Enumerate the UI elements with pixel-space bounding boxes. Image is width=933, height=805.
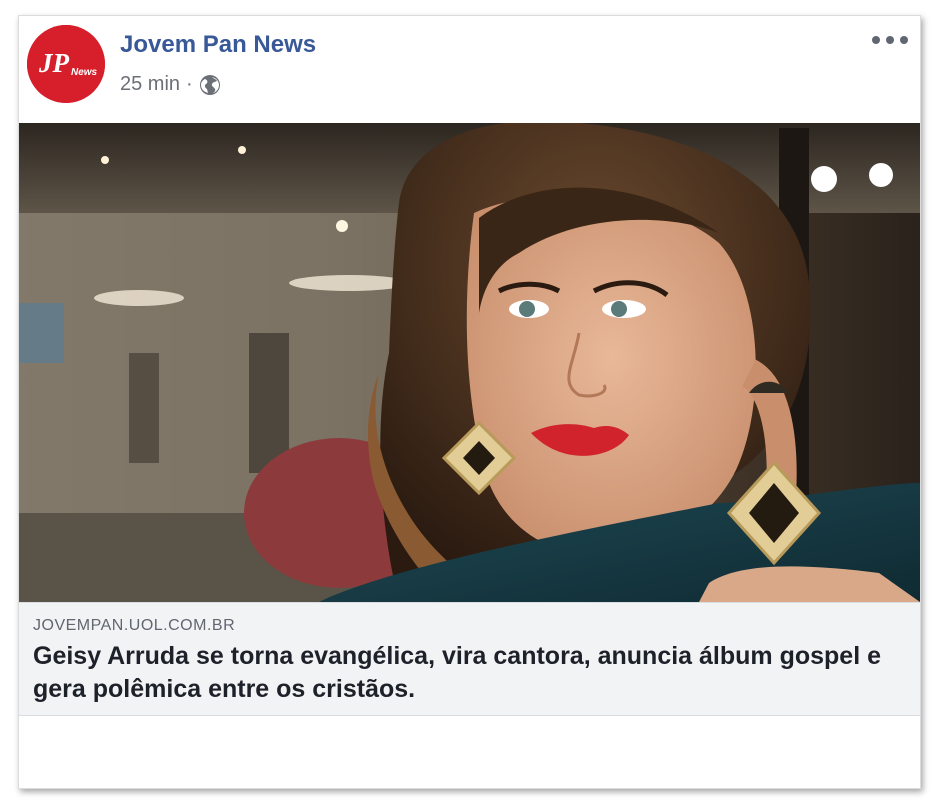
link-headline[interactable]: Geisy Arruda se torna evangélica, vira c… (33, 640, 903, 706)
logo-jp-text: JP (38, 48, 70, 78)
page-name-link[interactable]: Jovem Pan News (120, 31, 316, 59)
link-domain: JOVEMPAN.UOL.COM.BR (33, 617, 236, 634)
post-timestamp[interactable]: 25 min (120, 73, 180, 96)
jovem-pan-logo: JP News (27, 25, 105, 103)
more-dot (886, 36, 894, 44)
post-meta: 25 min · (120, 73, 221, 96)
facebook-post-card: JP News Jovem Pan News 25 min · JOVEMPAN… (18, 15, 921, 789)
more-options-icon[interactable] (872, 32, 908, 48)
link-preview[interactable]: JOVEMPAN.UOL.COM.BR Geisy Arruda se torn… (19, 602, 920, 716)
more-dot (900, 36, 908, 44)
logo-news-text: News (71, 67, 98, 78)
globe-icon[interactable] (199, 74, 221, 96)
article-photo-illustration (19, 123, 920, 602)
more-dot (872, 36, 880, 44)
page-avatar[interactable]: JP News (27, 25, 105, 103)
article-image[interactable] (19, 123, 920, 602)
meta-separator: · (186, 73, 193, 95)
